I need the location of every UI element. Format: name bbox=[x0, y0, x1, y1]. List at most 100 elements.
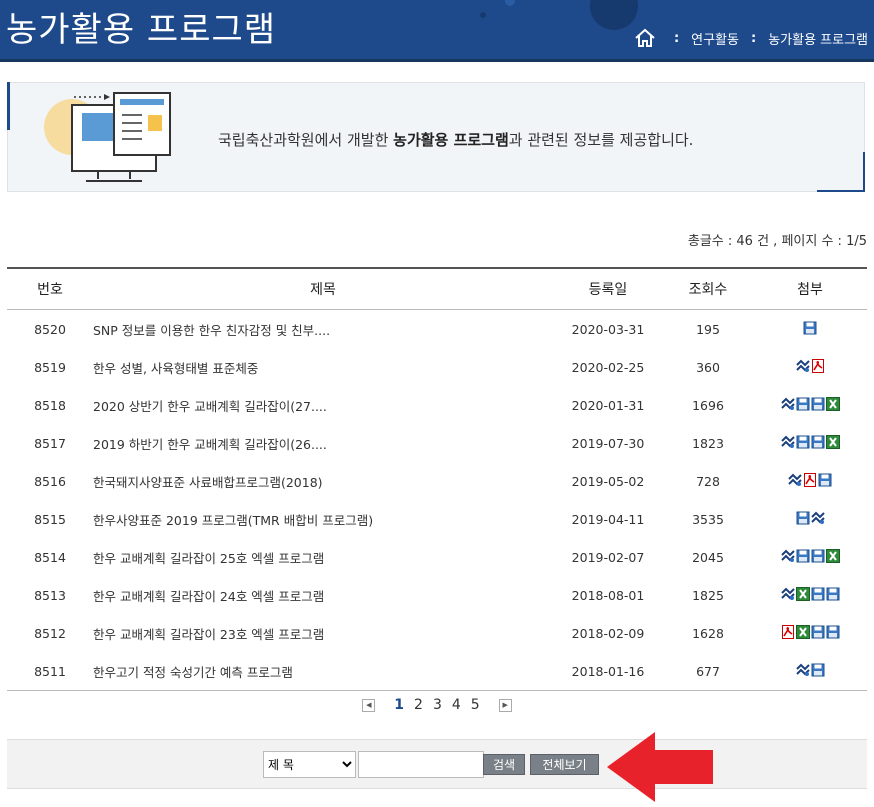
row-date: 2019-04-11 bbox=[571, 511, 645, 527]
table-row: 8511 한우고기 적정 숙성기간 예측 프로그램 2018-01-16 677 bbox=[7, 652, 867, 691]
hwp-file-icon[interactable] bbox=[780, 549, 795, 563]
excel-icon[interactable] bbox=[795, 586, 810, 601]
next-page-button[interactable]: ▶ bbox=[498, 698, 512, 712]
excel-icon[interactable] bbox=[825, 434, 840, 449]
row-number: 8516 bbox=[34, 473, 66, 489]
row-title-link[interactable]: 한우 교배계획 길라잡이 25호 엑셀 프로그램 bbox=[93, 538, 553, 576]
pdf-icon[interactable] bbox=[781, 624, 795, 639]
row-title-link[interactable]: 2020 상반기 한우 교배계획 길라잡이(27.... bbox=[93, 386, 553, 424]
table-row: 8513 한우 교배계획 길라잡이 24호 엑셀 프로그램 2018-08-01 18… bbox=[7, 576, 867, 614]
hwp-file-icon[interactable] bbox=[780, 397, 795, 411]
page-link-1[interactable]: 1 bbox=[394, 697, 404, 713]
table-row: 8518 2020 상반기 한우 교배계획 길라잡이(27.... 2020-01-… bbox=[7, 386, 867, 424]
row-attachments bbox=[753, 538, 867, 576]
breadcrumb-item-current[interactable]: 농가활용 프로그램 bbox=[768, 29, 868, 48]
row-date: 2018-02-09 bbox=[571, 625, 645, 641]
disk-icon[interactable] bbox=[796, 435, 810, 449]
disk-icon[interactable] bbox=[811, 435, 825, 449]
disk-icon[interactable] bbox=[796, 511, 810, 525]
row-title-link[interactable]: 한우 교배계획 길라잡이 24호 엑셀 프로그램 bbox=[93, 576, 553, 614]
pdf-icon[interactable] bbox=[811, 358, 825, 373]
breadcrumb-item-research[interactable]: 연구활동 bbox=[691, 29, 739, 48]
row-views: 1823 bbox=[692, 435, 724, 451]
hwp-file-icon[interactable] bbox=[810, 511, 825, 525]
header-bottom-line bbox=[0, 59, 874, 62]
intro-text-bold: 농가활용 프로그램 bbox=[393, 131, 509, 149]
disk-icon[interactable] bbox=[818, 473, 832, 487]
row-number: 8520 bbox=[34, 321, 66, 337]
row-views: 677 bbox=[663, 652, 753, 691]
intro-text-part: 국립축산과학원에서 개발한 bbox=[218, 131, 394, 149]
column-header-attachments: 첨부 bbox=[753, 267, 867, 310]
disk-icon[interactable] bbox=[803, 321, 817, 335]
row-attachments bbox=[753, 310, 867, 349]
row-title-link[interactable]: 한우 성별, 사육형태별 표준체중 bbox=[93, 348, 553, 386]
row-date: 2020-02-25 bbox=[571, 359, 645, 375]
column-header-date: 등록일 bbox=[553, 267, 663, 310]
row-date: 2019-02-07 bbox=[571, 549, 645, 565]
disk-icon[interactable] bbox=[826, 587, 840, 601]
disk-icon[interactable] bbox=[826, 625, 840, 639]
header-decoration bbox=[480, 12, 486, 18]
column-header-title: 제목 bbox=[93, 267, 553, 310]
row-attachments bbox=[753, 424, 867, 462]
search-input[interactable] bbox=[358, 751, 484, 778]
row-number: 8511 bbox=[7, 652, 93, 691]
row-attachments bbox=[753, 614, 867, 652]
disk-icon[interactable] bbox=[811, 587, 825, 601]
row-title-link[interactable]: 한국돼지사양표준 사료배합프로그램(2018) bbox=[93, 462, 553, 500]
hwp-file-icon[interactable] bbox=[795, 359, 810, 373]
intro-box: 국립축산과학원에서 개발한 농가활용 프로그램과 관련된 정보를 제공합니다. bbox=[7, 82, 865, 192]
intro-text-part: 과 관련된 정보를 제공합니다. bbox=[508, 131, 694, 149]
pdf-icon[interactable] bbox=[803, 472, 817, 487]
disk-icon[interactable] bbox=[811, 397, 825, 411]
page-link-5[interactable]: 5 bbox=[471, 697, 480, 713]
table-row: 8514 한우 교배계획 길라잡이 25호 엑셀 프로그램 2019-02-07 20… bbox=[7, 538, 867, 576]
excel-icon[interactable] bbox=[795, 624, 810, 639]
hwp-file-icon[interactable] bbox=[795, 663, 810, 677]
row-date: 2020-01-31 bbox=[571, 397, 645, 413]
intro-corner bbox=[863, 152, 865, 192]
row-date: 2019-05-02 bbox=[571, 473, 645, 489]
prev-page-button[interactable]: ◀ bbox=[362, 698, 376, 712]
row-views: 2045 bbox=[692, 549, 724, 565]
row-views: 360 bbox=[696, 359, 720, 375]
breadcrumb-separator: : bbox=[673, 30, 680, 46]
row-title-link[interactable]: 2019 하반기 한우 교배계획 길라잡이(26.... bbox=[93, 424, 553, 462]
table-row: 8512 한우 교배계획 길라잡이 23호 엑셀 프로그램 2018-02-09 16… bbox=[7, 614, 867, 652]
disk-icon[interactable] bbox=[796, 549, 810, 563]
page-link-2[interactable]: 2 bbox=[414, 697, 423, 713]
program-table: 번호 제목 등록일 조회수 첨부 8520 SNP 정보를 이용한 한우 친자감정… bbox=[7, 267, 867, 691]
page-link-3[interactable]: 3 bbox=[433, 697, 442, 713]
view-all-button[interactable]: 전체보기 bbox=[530, 754, 599, 775]
disk-icon[interactable] bbox=[811, 663, 825, 677]
disk-icon[interactable] bbox=[811, 549, 825, 563]
hwp-file-icon[interactable] bbox=[780, 435, 795, 449]
row-title-link[interactable]: 한우사양표준 2019 프로그램(TMR 배합비 프로그램) bbox=[93, 500, 553, 538]
row-date: 2019-07-30 bbox=[571, 435, 645, 451]
column-header-views: 조회수 bbox=[663, 267, 753, 310]
table-header-row: 번호 제목 등록일 조회수 첨부 bbox=[7, 267, 867, 310]
excel-icon[interactable] bbox=[825, 396, 840, 411]
hwp-file-icon[interactable] bbox=[780, 587, 795, 601]
excel-icon[interactable] bbox=[825, 548, 840, 563]
breadcrumb: : 연구활동 : 농가활용 프로그램 bbox=[634, 28, 868, 48]
disk-icon[interactable] bbox=[811, 625, 825, 639]
header-decoration bbox=[590, 0, 638, 30]
row-title-link[interactable]: SNP 정보를 이용한 한우 친자감정 및 친부.... bbox=[93, 310, 553, 349]
home-icon[interactable] bbox=[634, 28, 656, 48]
disk-icon[interactable] bbox=[796, 397, 810, 411]
row-title-link[interactable]: 한우 교배계획 길라잡이 23호 엑셀 프로그램 bbox=[93, 614, 553, 652]
hwp-file-icon[interactable] bbox=[788, 473, 802, 487]
page-link-4[interactable]: 4 bbox=[452, 697, 461, 713]
search-field-select[interactable]: 제 목 bbox=[263, 751, 356, 778]
computer-document-illustration bbox=[44, 92, 171, 182]
breadcrumb-separator: : bbox=[750, 30, 757, 46]
post-count-summary: 총글수 : 46 건 , 페이지 수 : 1/5 bbox=[687, 234, 867, 249]
intro-corner bbox=[7, 82, 10, 130]
row-title-link[interactable]: 한우고기 적정 숙성기간 예측 프로그램 bbox=[93, 652, 553, 691]
page-header: 농가활용 프로그램 : 연구활동 : 농가활용 프로그램 bbox=[0, 0, 874, 62]
table-row: 8515 한우사양표준 2019 프로그램(TMR 배합비 프로그램) 2019-0… bbox=[7, 500, 867, 538]
row-attachments bbox=[753, 348, 867, 386]
search-button[interactable]: 검색 bbox=[483, 754, 525, 775]
